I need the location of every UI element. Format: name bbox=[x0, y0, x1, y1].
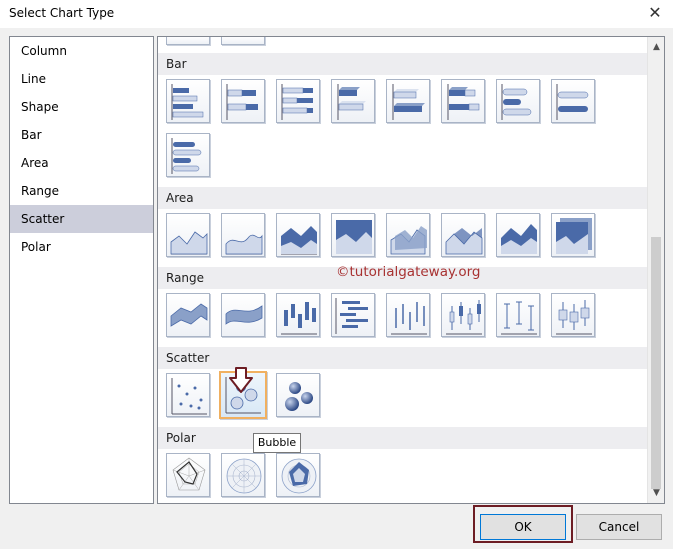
bubble-tooltip: Bubble bbox=[253, 433, 301, 453]
chart-thumb-bar[interactable] bbox=[166, 79, 210, 123]
bar-3d-icon bbox=[392, 84, 425, 120]
box-plot-icon bbox=[556, 300, 592, 335]
gallery-scrollbar[interactable]: ▲ ▼ bbox=[647, 37, 664, 503]
chart-thumb-bar-cylinder[interactable] bbox=[496, 79, 540, 123]
section-header-polar: Polar bbox=[158, 427, 647, 449]
chart-thumb-bar[interactable] bbox=[221, 79, 265, 123]
close-icon[interactable]: ✕ bbox=[643, 2, 667, 24]
spline-area-icon bbox=[225, 234, 263, 255]
watermark: ©tutorialgateway.org bbox=[336, 264, 481, 280]
ok-button[interactable]: OK bbox=[480, 514, 566, 540]
chart-thumb-radar[interactable] bbox=[166, 453, 210, 497]
error-bar-icon bbox=[501, 301, 537, 335]
chart-thumb-range-spline[interactable] bbox=[221, 293, 265, 337]
chart-type-column[interactable]: Column bbox=[10, 37, 153, 65]
range-column-icon bbox=[281, 302, 317, 335]
chart-thumb-bubble-3d[interactable] bbox=[276, 373, 320, 417]
chart-thumb-column-stub[interactable] bbox=[221, 37, 265, 45]
bar-chart-icon bbox=[171, 84, 204, 120]
chart-thumb-area-stacked[interactable] bbox=[276, 213, 320, 257]
area-3d-icon bbox=[445, 228, 483, 255]
section-header-area: Area bbox=[158, 187, 647, 209]
area-3d-icon bbox=[501, 224, 537, 254]
chart-thumb-bar-3d[interactable] bbox=[331, 79, 375, 123]
annotation-arrow-icon bbox=[229, 367, 253, 393]
cylinder-bar-icon bbox=[501, 84, 532, 120]
chart-thumb-range-candlestick[interactable] bbox=[441, 293, 485, 337]
chart-type-line[interactable]: Line bbox=[10, 65, 153, 93]
chart-thumb-area-100[interactable] bbox=[331, 213, 375, 257]
chart-thumb-column-stub[interactable] bbox=[166, 37, 210, 45]
chart-type-polar[interactable]: Polar bbox=[10, 233, 153, 261]
scrollbar-thumb[interactable] bbox=[651, 237, 661, 489]
bar-chart-icon bbox=[281, 84, 313, 120]
chart-thumb-range-column[interactable] bbox=[276, 293, 320, 337]
chart-thumb-polar-filled[interactable] bbox=[276, 453, 320, 497]
chart-type-list: Column Line Shape Bar Area Range Scatter… bbox=[9, 36, 154, 504]
candlestick-icon bbox=[446, 300, 482, 335]
scroll-up-icon[interactable]: ▲ bbox=[648, 39, 664, 56]
chart-thumb-polar[interactable] bbox=[221, 453, 265, 497]
bar-chart-icon bbox=[226, 84, 258, 120]
section-header-bar: Bar bbox=[158, 53, 647, 75]
chart-thumb-bar-3d[interactable] bbox=[441, 79, 485, 123]
dialog-title: Select Chart Type bbox=[9, 6, 115, 20]
chart-thumb-point[interactable] bbox=[166, 373, 210, 417]
scroll-down-icon[interactable]: ▼ bbox=[648, 485, 664, 502]
dialog-body: Column Line Shape Bar Area Range Scatter… bbox=[0, 28, 673, 549]
range-bar-icon bbox=[335, 298, 368, 334]
spline-range-icon bbox=[225, 305, 263, 325]
chart-thumb-bar-cylinder[interactable] bbox=[166, 133, 210, 177]
filled-polar-icon bbox=[281, 458, 317, 494]
chart-type-bar[interactable]: Bar bbox=[10, 121, 153, 149]
range-chart-icon bbox=[170, 303, 208, 327]
chart-thumb-area-3d[interactable] bbox=[551, 213, 595, 257]
polar-chart-icon bbox=[226, 458, 262, 494]
cylinder-bar-icon bbox=[171, 138, 202, 174]
full-stacked-area-icon bbox=[336, 220, 372, 254]
chart-thumb-bar-cylinder[interactable] bbox=[551, 79, 595, 123]
chart-thumb-range-box-plot[interactable] bbox=[551, 293, 595, 337]
radar-chart-icon bbox=[172, 457, 206, 491]
stock-chart-icon bbox=[391, 302, 427, 335]
area-chart-icon bbox=[170, 231, 208, 255]
chart-thumb-area[interactable] bbox=[166, 213, 210, 257]
chart-type-shape[interactable]: Shape bbox=[10, 93, 153, 121]
title-bar: Select Chart Type ✕ bbox=[0, 0, 673, 28]
chart-thumb-bar[interactable] bbox=[276, 79, 320, 123]
chart-type-area[interactable]: Area bbox=[10, 149, 153, 177]
cylinder-bar-icon bbox=[556, 84, 589, 120]
chart-thumb-area-3d[interactable] bbox=[496, 213, 540, 257]
chart-thumb-area-spline[interactable] bbox=[221, 213, 265, 257]
area-3d-icon bbox=[390, 226, 427, 255]
chart-type-range[interactable]: Range bbox=[10, 177, 153, 205]
area-3d-icon bbox=[556, 218, 592, 254]
bar-3d-icon bbox=[337, 84, 366, 120]
chart-thumb-range-stock[interactable] bbox=[386, 293, 430, 337]
bubble-3d-icon bbox=[285, 382, 313, 411]
chart-thumb-range-bar[interactable] bbox=[331, 293, 375, 337]
chart-type-scatter[interactable]: Scatter bbox=[10, 205, 153, 233]
cancel-button[interactable]: Cancel bbox=[576, 514, 662, 540]
chart-thumb-bar-3d[interactable] bbox=[386, 79, 430, 123]
chart-thumb-range-error-bar[interactable] bbox=[496, 293, 540, 337]
chart-thumb-area-3d[interactable] bbox=[441, 213, 485, 257]
chart-thumb-range[interactable] bbox=[166, 293, 210, 337]
bar-3d-icon bbox=[447, 84, 480, 120]
chart-thumb-area-3d[interactable] bbox=[386, 213, 430, 257]
point-chart-icon bbox=[171, 378, 207, 415]
stacked-area-icon bbox=[281, 226, 317, 255]
